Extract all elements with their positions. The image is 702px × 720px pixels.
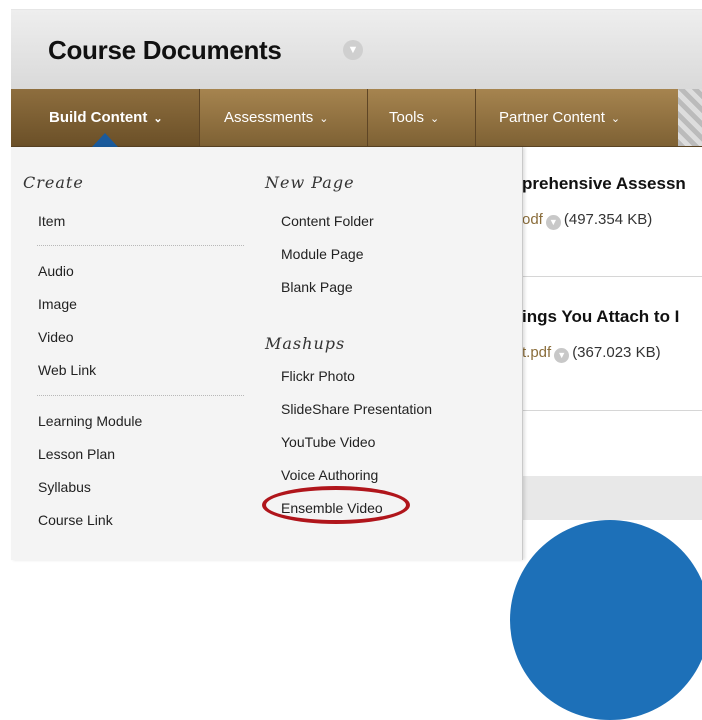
blue-graphic [510, 520, 702, 720]
content-item-title[interactable]: prehensive Assessn [522, 174, 702, 194]
highlight-circle [262, 486, 410, 524]
chevron-down-icon[interactable]: ▼ [545, 215, 561, 230]
chevron-down-icon[interactable]: ▼ [554, 348, 570, 363]
partner-content-menu[interactable]: Partner Content ⌄ [476, 89, 678, 146]
attached-file: odf ▼ (497.354 KB) [522, 211, 702, 230]
divider [522, 276, 702, 277]
assessments-label: Assessments [224, 109, 314, 126]
active-menu-pointer [92, 133, 118, 147]
file-size: (367.023 KB) [572, 344, 661, 361]
menu-item-image[interactable]: Image [38, 296, 77, 312]
chevron-down-icon: ⌄ [610, 113, 621, 125]
menu-divider [37, 245, 244, 246]
menu-item-flickr-photo[interactable]: Flickr Photo [281, 368, 355, 384]
menu-item-slideshare-presentation[interactable]: SlideShare Presentation [281, 401, 432, 417]
file-size: (497.354 KB) [563, 211, 653, 228]
content-section-band [522, 476, 702, 520]
chevron-down-icon[interactable]: ▼ [343, 40, 363, 60]
menu-item-video[interactable]: Video [38, 329, 74, 345]
assessments-menu[interactable]: Assessments ⌄ [200, 89, 367, 146]
chevron-down-icon: ⌄ [153, 113, 163, 125]
content-item: ings You Attach to I t.pdf ▼ (367.023 KB) [522, 307, 702, 363]
mashups-heading: Mashups [265, 334, 346, 353]
menu-item-voice-authoring[interactable]: Voice Authoring [281, 467, 378, 483]
build-content-label: Build Content [49, 109, 148, 126]
menu-item-module-page[interactable]: Module Page [281, 246, 364, 262]
menu-item-course-link[interactable]: Course Link [38, 512, 113, 528]
page-header: Course Documents ▼ [11, 9, 702, 90]
partner-content-label: Partner Content [499, 109, 605, 126]
toolbar-stripes [678, 89, 702, 146]
menu-item-content-folder[interactable]: Content Folder [281, 213, 374, 229]
new-page-heading: New Page [265, 173, 355, 192]
menu-divider [37, 395, 244, 396]
tools-menu[interactable]: Tools ⌄ [368, 89, 475, 146]
menu-item-audio[interactable]: Audio [38, 263, 74, 279]
file-link[interactable]: t.pdf [522, 344, 551, 361]
page-title: Course Documents [48, 35, 282, 65]
menu-item-web-link[interactable]: Web Link [38, 362, 96, 378]
tools-label: Tools [389, 109, 425, 126]
create-heading: Create [23, 173, 84, 192]
chevron-down-icon: ⌄ [430, 113, 440, 125]
menu-item-lesson-plan[interactable]: Lesson Plan [38, 446, 115, 462]
content-item: prehensive Assessn odf ▼ (497.354 KB) [522, 174, 702, 230]
divider [522, 410, 702, 411]
chevron-down-icon: ⌄ [319, 113, 329, 125]
menu-item-learning-module[interactable]: Learning Module [38, 413, 142, 429]
content-item-title[interactable]: ings You Attach to I [522, 307, 702, 327]
menu-item-item[interactable]: Item [38, 213, 65, 229]
file-link[interactable]: odf [522, 211, 543, 228]
attached-file: t.pdf ▼ (367.023 KB) [522, 344, 702, 363]
menu-item-blank-page[interactable]: Blank Page [281, 279, 353, 295]
menu-item-syllabus[interactable]: Syllabus [38, 479, 91, 495]
menu-item-youtube-video[interactable]: YouTube Video [281, 434, 375, 450]
